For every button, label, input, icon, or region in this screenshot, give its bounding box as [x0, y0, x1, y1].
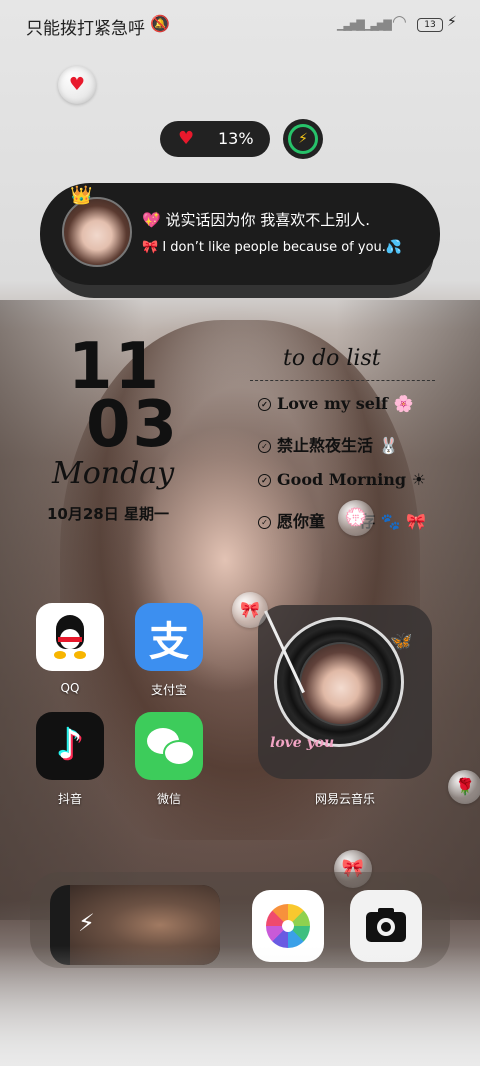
quote-line-cn: 说实话因为你 我喜欢不上别人. [165, 211, 370, 229]
check-icon: ✓ [258, 398, 271, 411]
battery-widget[interactable]: ♥ 13% [160, 121, 270, 157]
heart-icon: ♥ [178, 128, 195, 149]
rose-bubble-icon[interactable]: 🌹 [448, 770, 480, 804]
wechat-app-icon[interactable] [135, 712, 203, 780]
vinyl-record [274, 617, 404, 747]
todo-divider [250, 380, 435, 381]
crown-icon: 👑 [70, 185, 93, 206]
alipay-glyph: 支 [149, 619, 189, 665]
music-widget[interactable]: 🦋 love you [258, 605, 432, 779]
todo-item-label: Good Morning [277, 470, 407, 489]
check-icon: ✓ [258, 516, 271, 529]
todo-item[interactable]: ✓ Good Morning ☀ [258, 470, 426, 489]
bow-bubble-icon[interactable]: 🎀 [232, 592, 268, 628]
quote-card[interactable]: 👑 💖 说实话因为你 我喜欢不上别人. 🎀 I don’t like peopl… [40, 183, 440, 285]
quote-line-en: I don’t like people because of you. [162, 240, 386, 255]
signal-icon: ▁▃▅▇ [337, 18, 365, 31]
signal-icon-2: ▁▃▅▇ [364, 18, 392, 31]
bow-icon: 🎀 [142, 240, 163, 255]
alipay-label: 支付宝 [150, 683, 187, 697]
qq-label: QQ [60, 681, 80, 695]
alipay-app-icon[interactable]: 支 [135, 603, 203, 671]
todo-item-label: Love my self [277, 394, 388, 413]
music-caption: love you [270, 735, 335, 751]
flower-bubble-icon[interactable]: 💮 [338, 500, 374, 536]
check-icon: ✓ [258, 474, 271, 487]
todo-item-label: 愿你童 [277, 512, 326, 531]
bottom-fog [0, 946, 480, 1066]
battery-ring-widget[interactable]: ⚡ [283, 119, 323, 159]
check-icon: ✓ [258, 440, 271, 453]
todo-item[interactable]: ✓ Love my self 🌸 [258, 394, 413, 413]
status-bar: 只能拨打紧急呼 🔕 ▁▃▅▇ ▁▃▅▇ ◠ 13 ⚡ [0, 0, 480, 50]
heart-sparkle-icon: 💖 [142, 211, 166, 229]
douyin-app-icon[interactable]: ♪ [36, 712, 104, 780]
sweat-icon: 💦 [385, 240, 403, 255]
todo-title: to do list [283, 346, 381, 371]
bunny-icon: 🐰 [373, 436, 399, 455]
sun-icon: ☀ [406, 470, 427, 489]
clock-minute[interactable]: 03 [86, 388, 179, 462]
todo-item-label: 禁止熬夜生活 [277, 436, 374, 455]
heart-bubble-icon[interactable]: ♥ [58, 66, 96, 104]
album-cover [299, 642, 383, 726]
butterfly-icon: 🦋 [390, 631, 413, 652]
lightning-icon: ⚡ [288, 124, 318, 154]
clock-date: 10月28日 星期一 [47, 505, 169, 523]
paw-icon: 🐾 🎀 [375, 512, 427, 531]
avatar [62, 197, 132, 267]
clock-weekday: Monday [52, 456, 175, 491]
music-label: 网易云音乐 [314, 792, 375, 806]
todo-item[interactable]: ✓ 禁止熬夜生活 🐰 [258, 432, 399, 456]
charging-icon: ⚡ [447, 14, 457, 30]
bell-off-icon: 🔕 [150, 14, 170, 33]
douyin-label: 抖音 [57, 792, 82, 806]
lightning-icon: ⚡ [78, 909, 95, 937]
flower-icon: 🌸 [387, 394, 414, 413]
battery-percent: 13% [218, 129, 254, 148]
qq-app-icon[interactable] [36, 603, 104, 671]
wechat-label: 微信 [156, 792, 181, 806]
battery-icon: 13 [417, 18, 443, 32]
carrier-text: 只能拨打紧急呼 [26, 19, 145, 39]
wifi-icon: ◠ [392, 12, 407, 32]
